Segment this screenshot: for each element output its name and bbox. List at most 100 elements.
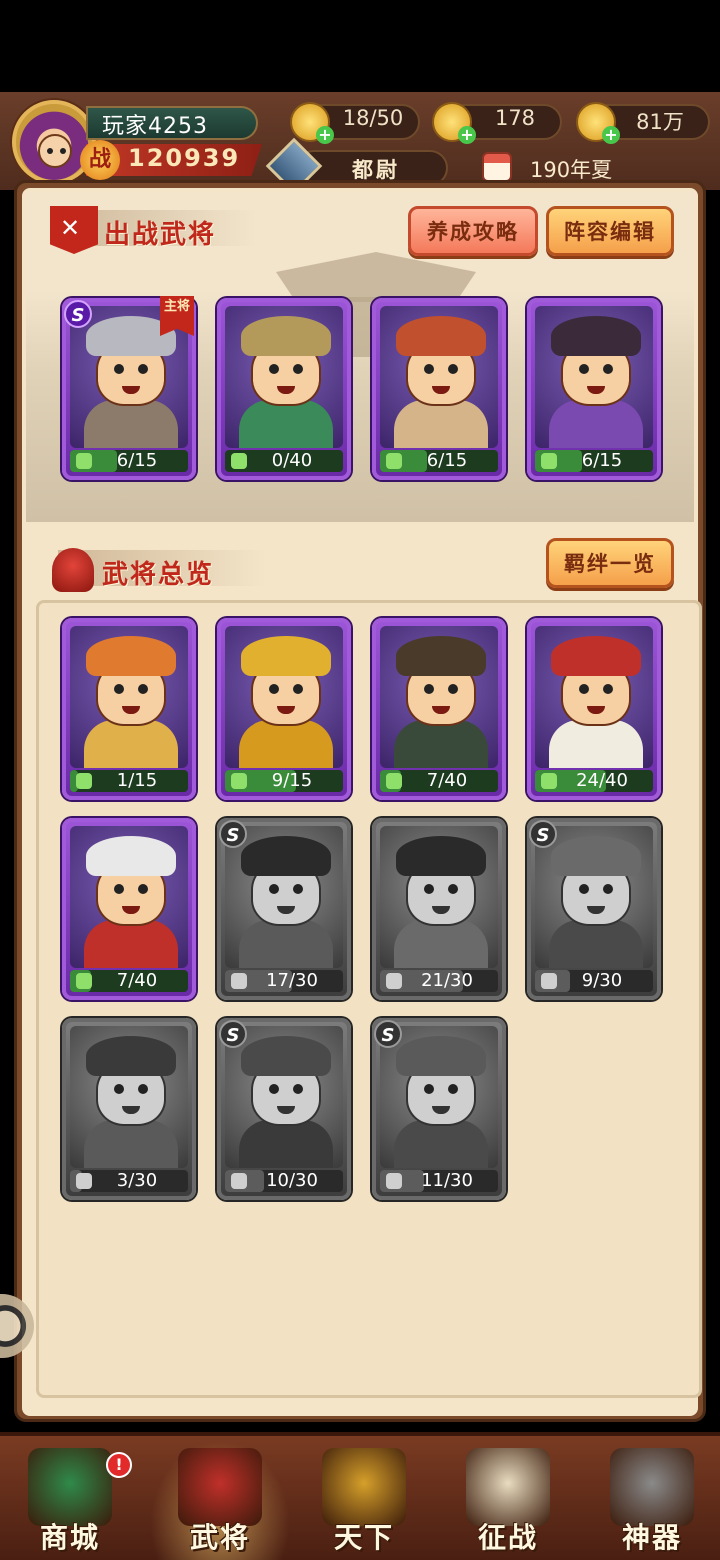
lightning-scroll-icon[interactable] [290,102,334,144]
hero-armor [394,920,488,968]
hero-eye [114,684,124,694]
status-bar-area [0,0,720,92]
bond-list-button[interactable]: 羁绊一览 [546,538,674,588]
shop-pavilion-icon [28,1448,112,1526]
nav-item-shop-pavilion[interactable]: 商城! [0,1440,140,1560]
hero-card[interactable]: 6/15 [527,298,661,480]
hero-portrait [70,826,188,968]
hero-card[interactable]: 6/15 S 主将 [62,296,196,480]
fragment-count: 6/15 [116,450,158,471]
hero-portrait [535,626,653,768]
fragment-bar: 10/30 [225,1170,343,1192]
s-rank-badge: S [219,1020,247,1048]
fragment-count: 24/40 [576,770,628,791]
hero-card[interactable]: 21/30 [372,818,506,1000]
fragment-bar: 24/40 [535,770,653,792]
hero-helmet [241,316,331,356]
hero-helmet [86,1036,176,1076]
hero-card[interactable]: 0/40 [217,298,351,480]
hero-card[interactable]: 6/15 [372,298,506,480]
hero-helmet [551,636,641,676]
hero-portrait [70,1026,188,1168]
crossed-swords-icon [322,1448,406,1526]
hero-eye [293,884,303,894]
hero-helmet [86,836,176,876]
hero-armor [394,400,488,448]
fragment-count: 9/30 [581,970,623,991]
fragment-count: 21/30 [421,970,473,991]
coins-icon[interactable] [576,102,620,144]
hero-helmet [241,1036,331,1076]
hero-portrait [380,826,498,968]
hero-card[interactable]: 17/30 S [217,818,351,1000]
hero-card[interactable]: 24/40 [527,618,661,800]
hero-armor [239,720,333,768]
fragment-count: 10/30 [266,1170,318,1191]
hero-eye [293,684,303,694]
hero-portrait [380,626,498,768]
nav-item-general-helmet[interactable]: 武将 [150,1440,290,1560]
hero-eye [114,364,124,374]
nav-item-crossed-swords[interactable]: 天下 [294,1440,434,1560]
nav-label: 神器 [621,1521,682,1554]
hero-card[interactable]: 3/30 [62,1018,196,1200]
resource-coins-value: 81万 [636,110,684,134]
hero-portrait [225,306,343,448]
hero-card[interactable]: 9/30 S [527,818,661,1000]
fragment-count: 0/40 [271,450,313,471]
hero-eye [424,684,434,694]
hero-eye [448,884,458,894]
hero-eye [448,364,458,374]
hero-eye [138,684,148,694]
deployed-section-title: 出战武将 [104,220,217,250]
gold-ingot-icon[interactable] [432,102,476,144]
fragment-bar: 21/30 [380,970,498,992]
hero-eye [138,884,148,894]
hero-armor [239,1120,333,1168]
fragment-bar: 6/15 [70,450,188,472]
hero-eye [448,1084,458,1094]
hero-eye [603,364,613,374]
nav-label: 征战 [477,1521,538,1554]
lineup-edit-button[interactable]: 阵容编辑 [546,206,674,256]
hero-armor [239,400,333,448]
fragment-bar: 6/15 [380,450,498,472]
fragment-bar: 6/15 [535,450,653,472]
hero-portrait [70,626,188,768]
player-name: 玩家4253 [102,114,208,139]
hero-eye [579,684,589,694]
hero-armor [84,720,178,768]
hero-portrait [535,306,653,448]
hero-helmet [396,316,486,356]
fragment-bar: 7/40 [380,770,498,792]
hero-eye [293,1084,303,1094]
hero-eye [138,364,148,374]
general-helmet-icon [52,548,94,592]
nav-item-war-scroll[interactable]: 征战 [438,1440,578,1560]
nav-label: 天下 [333,1521,394,1554]
s-rank-badge: S [374,1020,402,1048]
guide-button[interactable]: 养成攻略 [408,206,538,256]
resource-gold-ingot-value: 178 [494,106,536,130]
hero-eye [138,1084,148,1094]
hero-card[interactable]: 7/40 [372,618,506,800]
fragment-count: 6/15 [581,450,623,471]
hero-portrait [225,1026,343,1168]
fragment-bar: 17/30 [225,970,343,992]
hero-armor [239,920,333,968]
hero-portrait [535,826,653,968]
hero-card[interactable]: 10/30 S [217,1018,351,1200]
hero-helmet [86,636,176,676]
hero-eye [293,364,303,374]
crossed-swords-banner-icon: ✕ [50,206,98,254]
fragment-bar: 1/15 [70,770,188,792]
hero-card[interactable]: 1/15 [62,618,196,800]
hero-helmet [551,316,641,356]
hero-card[interactable]: 9/15 [217,618,351,800]
fragment-bar: 0/40 [225,450,343,472]
hero-card[interactable]: 11/30 S [372,1018,506,1200]
nav-item-artifact-helmet[interactable]: 神器 [582,1440,720,1560]
hero-helmet [241,836,331,876]
hero-helmet [396,636,486,676]
hero-card[interactable]: 7/40 [62,818,196,1000]
